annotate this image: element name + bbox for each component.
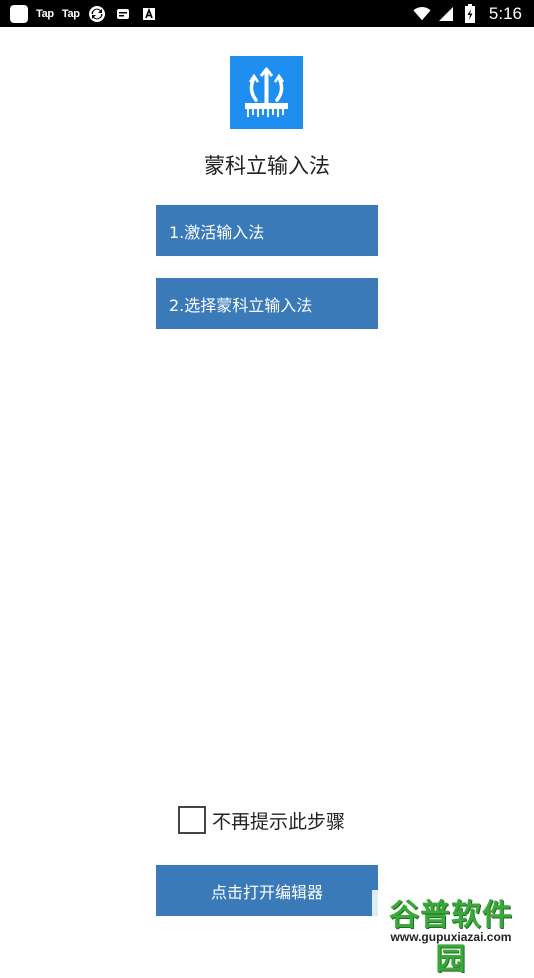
select-input-method-label: 2.选择蒙科立输入法: [169, 295, 313, 315]
open-editor-label: 点击打开编辑器: [210, 882, 323, 902]
trident-logo-icon: [245, 67, 288, 117]
message-icon: [114, 5, 132, 23]
app-square-icon: [10, 4, 28, 23]
status-bar-system: 5:16: [413, 0, 522, 27]
status-bar-notifications: Tap Tap: [10, 0, 158, 27]
select-input-method-button[interactable]: 2.选择蒙科立输入法: [156, 278, 378, 329]
watermark-url: www.gupuxiazai.com: [390, 930, 512, 944]
battery-icon: [461, 3, 479, 23]
wifi-icon: [413, 5, 431, 23]
clock: 5:16: [488, 3, 522, 23]
app-logo: [230, 56, 303, 129]
activate-input-method-label: 1.激活输入法: [169, 222, 265, 242]
taptap-icon: Tap: [61, 7, 80, 20]
dont-remind-label: 不再提示此步骤: [212, 810, 346, 833]
sync-icon: [88, 5, 106, 23]
watermark-logo: 谷普软件园 www.gupuxiazai.com: [372, 890, 530, 977]
status-bar: Tap Tap 5:16: [0, 0, 534, 27]
app-title: 蒙科立输入法: [204, 154, 330, 178]
activate-input-method-button[interactable]: 1.激活输入法: [156, 205, 378, 256]
dont-remind-checkbox[interactable]: [178, 806, 206, 834]
a-letter-icon: [140, 5, 158, 23]
taptap-icon: Tap: [36, 7, 54, 20]
signal-icon: [437, 5, 455, 23]
dont-remind-option[interactable]: 不再提示此步骤: [178, 804, 345, 836]
open-editor-button[interactable]: 点击打开编辑器: [156, 865, 378, 916]
